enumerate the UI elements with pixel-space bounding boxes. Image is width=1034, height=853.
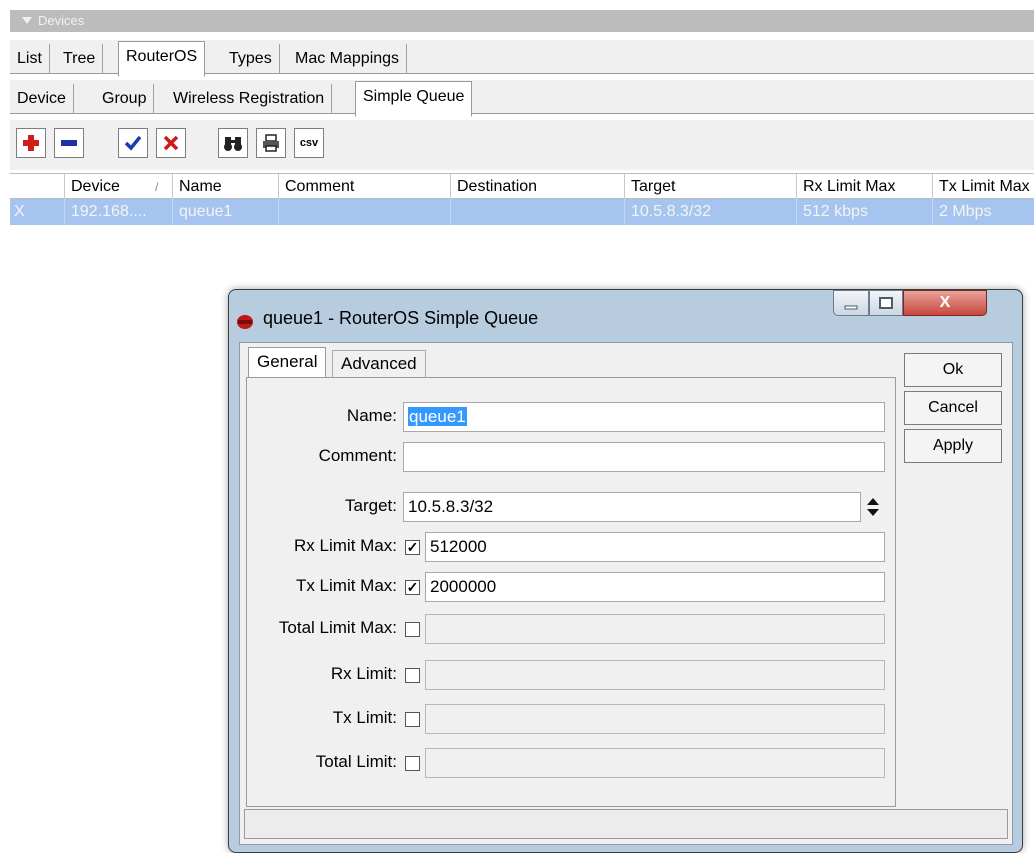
toolbar: csv xyxy=(10,120,1034,170)
target-field[interactable]: 10.5.8.3/32 xyxy=(403,492,861,522)
enable-button[interactable] xyxy=(118,128,148,158)
cross-icon xyxy=(163,135,179,151)
column-header-name[interactable]: Name xyxy=(172,174,278,200)
minus-icon xyxy=(61,140,77,146)
check-icon xyxy=(124,135,142,151)
routeros-app-icon xyxy=(237,315,253,329)
sort-indicator-icon: / xyxy=(155,180,159,194)
disable-button[interactable] xyxy=(156,128,186,158)
tab-advanced[interactable]: Advanced xyxy=(332,350,426,378)
tab-simple-queue[interactable]: Simple Queue xyxy=(355,81,473,117)
tx-limit-max-field[interactable]: 2000000 xyxy=(425,572,885,602)
column-header-destination[interactable]: Destination xyxy=(450,174,624,200)
csv-export-button[interactable]: csv xyxy=(294,128,324,158)
tx-limit-max-checkbox[interactable]: ✓ xyxy=(405,580,420,595)
plus-icon xyxy=(23,135,39,151)
tab-wireless-registration[interactable]: Wireless Registration xyxy=(166,84,333,114)
tab-tree[interactable]: Tree xyxy=(56,44,104,74)
print-button[interactable] xyxy=(256,128,286,158)
tx-limit-label: Tx Limit: xyxy=(332,708,397,727)
row-flag: X xyxy=(14,203,25,220)
collapse-triangle-icon xyxy=(22,17,32,24)
total-limit-max-checkbox[interactable] xyxy=(405,622,420,637)
comment-label: Comment: xyxy=(318,446,397,465)
tab-routeros[interactable]: RouterOS xyxy=(118,41,206,77)
total-limit-max-field xyxy=(425,614,885,644)
close-icon: X xyxy=(939,294,951,311)
view-tabs: List Tree RouterOS Types Mac Mappings xyxy=(10,40,1034,77)
tab-list[interactable]: List xyxy=(10,44,50,74)
rx-limit-max-checkbox[interactable]: ✓ xyxy=(405,540,420,555)
column-header-target[interactable]: Target xyxy=(624,174,796,200)
rx-limit-field xyxy=(425,660,885,690)
binoculars-icon xyxy=(224,137,242,151)
comment-field[interactable] xyxy=(403,442,885,472)
cell-name: queue1 xyxy=(172,199,278,225)
cell-comment xyxy=(278,199,450,225)
rx-limit-max-field[interactable]: 512000 xyxy=(425,532,885,562)
total-limit-field xyxy=(425,748,885,778)
remove-button[interactable] xyxy=(54,128,84,158)
apply-button[interactable]: Apply xyxy=(904,429,1002,463)
table-row[interactable]: X 192.168.... queue1 10.5.8.3/32 512 kbp… xyxy=(10,199,1034,225)
minimize-button[interactable] xyxy=(833,290,869,316)
maximize-icon xyxy=(879,297,893,309)
tab-device[interactable]: Device xyxy=(10,84,74,114)
printer-icon xyxy=(263,134,279,152)
routeros-subtabs: Device Group Wireless Registration Simpl… xyxy=(10,80,1034,117)
dialog-status-bar xyxy=(244,809,1008,839)
cell-rx-limit-max: 512 kbps xyxy=(796,199,932,225)
tab-general[interactable]: General xyxy=(248,347,327,380)
table-header: Device / Name Comment Destination Target… xyxy=(10,173,1034,200)
rx-limit-checkbox[interactable] xyxy=(405,668,420,683)
maximize-button[interactable] xyxy=(869,290,903,316)
dialog-title: queue1 - RouterOS Simple Queue xyxy=(263,308,539,328)
simple-queue-dialog: queue1 - RouterOS Simple Queue X General… xyxy=(228,289,1023,853)
tx-limit-max-label: Tx Limit Max: xyxy=(295,576,397,595)
cell-device: 192.168.... xyxy=(64,199,172,225)
column-header-flag[interactable] xyxy=(10,174,64,200)
minimize-icon xyxy=(844,305,858,310)
tab-mac-mappings[interactable]: Mac Mappings xyxy=(288,44,408,74)
total-limit-label: Total Limit: xyxy=(315,752,397,771)
cell-destination xyxy=(450,199,624,225)
general-panel: Name: queue1 Comment: Target: 10.5.8.3/3… xyxy=(246,377,896,807)
total-limit-checkbox[interactable] xyxy=(405,756,420,771)
rx-limit-label: Rx Limit: xyxy=(330,664,397,683)
tx-limit-checkbox[interactable] xyxy=(405,712,420,727)
ok-button[interactable]: Ok xyxy=(904,353,1002,387)
column-header-rx-limit-max[interactable]: Rx Limit Max xyxy=(796,174,932,200)
tab-types[interactable]: Types xyxy=(222,44,280,74)
devices-panel-header[interactable]: Devices xyxy=(10,10,1034,32)
name-label: Name: xyxy=(346,406,397,425)
close-button[interactable]: X xyxy=(903,290,987,316)
devices-title: Devices xyxy=(38,13,85,28)
column-header-comment[interactable]: Comment xyxy=(278,174,450,200)
tx-limit-field xyxy=(425,704,885,734)
cell-target: 10.5.8.3/32 xyxy=(624,199,796,225)
cell-tx-limit-max: 2 Mbps xyxy=(932,199,1034,225)
add-button[interactable] xyxy=(16,128,46,158)
cancel-button[interactable]: Cancel xyxy=(904,391,1002,425)
up-down-arrows-icon[interactable] xyxy=(865,496,881,518)
rx-limit-max-label: Rx Limit Max: xyxy=(294,536,397,555)
column-header-device-label: Device xyxy=(71,178,120,195)
name-value: queue1 xyxy=(408,407,467,426)
total-limit-max-label: Total Limit Max: xyxy=(278,618,397,637)
dialog-body: General Advanced Name: queue1 Comment: T… xyxy=(239,342,1013,845)
tab-group[interactable]: Group xyxy=(95,84,155,114)
target-label: Target: xyxy=(345,496,397,515)
name-field[interactable]: queue1 xyxy=(403,402,885,432)
column-header-device[interactable]: Device / xyxy=(64,174,172,200)
find-button[interactable] xyxy=(218,128,248,158)
column-header-tx-limit-max[interactable]: Tx Limit Max xyxy=(932,174,1034,200)
